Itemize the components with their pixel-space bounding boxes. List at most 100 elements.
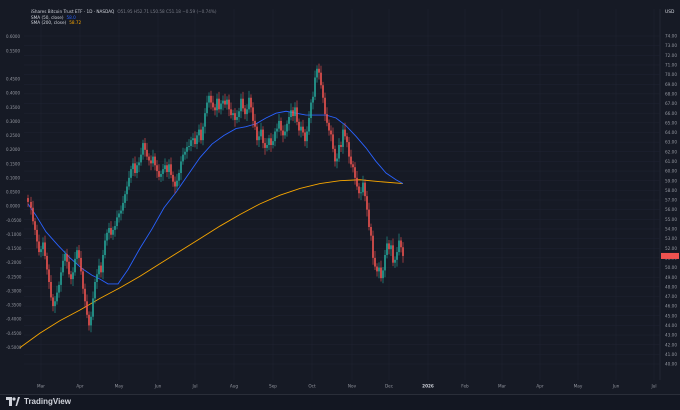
right-axis-tick-label: 67.00: [665, 101, 677, 106]
legend-sma200-row: SMA (200, close) 58.72: [31, 20, 217, 26]
candle-body: [126, 186, 128, 195]
candle-body: [332, 134, 334, 149]
candle-body: [194, 138, 196, 145]
x-axis-tick-label: Jun: [154, 384, 162, 389]
candle-body: [286, 123, 288, 132]
candle-body: [168, 164, 170, 173]
candle-body: [270, 138, 272, 146]
candle-body: [362, 182, 364, 193]
right-axis-tick-label: 74.00: [665, 34, 677, 39]
candle-body: [320, 72, 322, 86]
candle-body: [396, 252, 398, 260]
candle-body: [348, 142, 350, 157]
legend-symbol[interactable]: iShares Bitcoin Trust ETF · 1D · NASDAQ: [31, 9, 114, 14]
legend-sma50-value: 58.0: [66, 14, 76, 20]
x-axis-tick-label: Apr: [76, 384, 84, 389]
left-axis-tick-label: 0.4500: [6, 77, 20, 82]
x-axis-tick-label: Feb: [461, 384, 469, 389]
candle-body: [160, 173, 162, 177]
legend-sma50-label[interactable]: SMA (50, close): [31, 15, 64, 20]
candle-body: [152, 156, 154, 164]
right-axis-tick-label: 44.00: [665, 323, 677, 328]
candle-body: [196, 135, 198, 145]
candle-body: [94, 282, 96, 299]
candle-body: [306, 131, 308, 142]
candle-body: [350, 156, 352, 165]
candle-body: [282, 130, 284, 136]
left-axis-tick-label: -0.4000: [6, 317, 22, 322]
candle-body: [246, 109, 248, 115]
candle-body: [50, 282, 52, 298]
candle-body: [172, 174, 174, 182]
candle-body: [244, 108, 246, 115]
candle-body: [392, 245, 394, 263]
candle-body: [298, 121, 300, 131]
candle-body: [36, 229, 38, 242]
candle-body: [122, 202, 124, 211]
left-axis-tick-label: -0.1500: [6, 246, 22, 251]
candle-body: [72, 272, 74, 280]
candle-body: [44, 242, 46, 256]
candle-body: [192, 138, 194, 141]
x-axis-tick-label: 2026: [422, 384, 434, 389]
candle-body: [290, 110, 292, 118]
candle-body: [250, 97, 252, 108]
candle-body: [78, 250, 80, 258]
candle-body: [308, 118, 310, 132]
candle-body: [234, 113, 236, 120]
candle-body: [184, 151, 186, 155]
legend-sma200-label[interactable]: SMA (200, close): [31, 20, 66, 25]
candle-body: [276, 128, 278, 132]
candle-body: [216, 98, 218, 111]
right-axis-tick-label: 58.00: [665, 188, 677, 193]
x-axis-tick-label: Oct: [308, 384, 316, 389]
x-axis-tick-label: Jul: [650, 384, 656, 389]
candle-body: [268, 138, 270, 146]
x-axis-tick-label: Dec: [385, 384, 394, 389]
right-axis-tick-label: 60.00: [665, 169, 677, 174]
candle-body: [394, 259, 396, 263]
x-axis-tick-label: Jun: [612, 384, 620, 389]
candle-body: [150, 160, 152, 164]
candle-body: [356, 177, 358, 187]
candle-body: [302, 126, 304, 133]
candle-body: [224, 100, 226, 105]
candle-body: [324, 97, 326, 115]
right-axis-tick-label: 52.00: [665, 246, 677, 251]
candle-body: [326, 114, 328, 123]
candle-body: [236, 117, 238, 120]
right-axis-tick-label: 71.00: [665, 63, 677, 68]
candle-body: [70, 274, 72, 280]
candle-body: [158, 171, 160, 177]
tradingview-logo[interactable]: TradingView: [6, 397, 71, 406]
candle-body: [134, 163, 136, 173]
right-axis-currency: USD: [665, 9, 675, 15]
right-axis-tick-label: 40.00: [665, 362, 677, 367]
candle-body: [358, 186, 360, 194]
chart-area[interactable]: 74.00 73.00 72.00 71.00 70.00 69.00 68.00 67.00…: [0, 0, 680, 398]
left-axis-tick-label: -0.1000: [6, 232, 22, 237]
left-axis-tick-label: 0.3500: [6, 105, 20, 110]
candle-body: [360, 192, 362, 194]
candle-body: [386, 243, 388, 255]
candle-body: [164, 165, 166, 170]
candle-body: [140, 154, 142, 163]
candle-body: [130, 169, 132, 178]
candle-body: [188, 145, 190, 147]
last-price-tag: [661, 252, 679, 259]
right-axis-tick-label: 54.00: [665, 227, 677, 232]
candle-body: [378, 267, 380, 272]
price-chart-svg[interactable]: 74.00 73.00 72.00 71.00 70.00 69.00 68.00 67.00…: [0, 0, 680, 394]
legend-ohlc: O51.95 H52.71 L50.58 C51.18 −0.59 (−0.74…: [117, 9, 217, 14]
candle-body: [90, 316, 92, 326]
candle-body: [232, 113, 234, 116]
left-axis-tick-label: -0.0500: [6, 218, 22, 223]
candle-body: [60, 272, 62, 285]
candle-body: [252, 107, 254, 121]
candle-body: [212, 102, 214, 108]
candle-body: [402, 247, 404, 256]
right-axis-tick-label: 59.00: [665, 178, 677, 183]
candle-body: [82, 271, 84, 289]
candle-body: [74, 258, 76, 273]
right-axis-tick-label: 68.00: [665, 91, 677, 96]
